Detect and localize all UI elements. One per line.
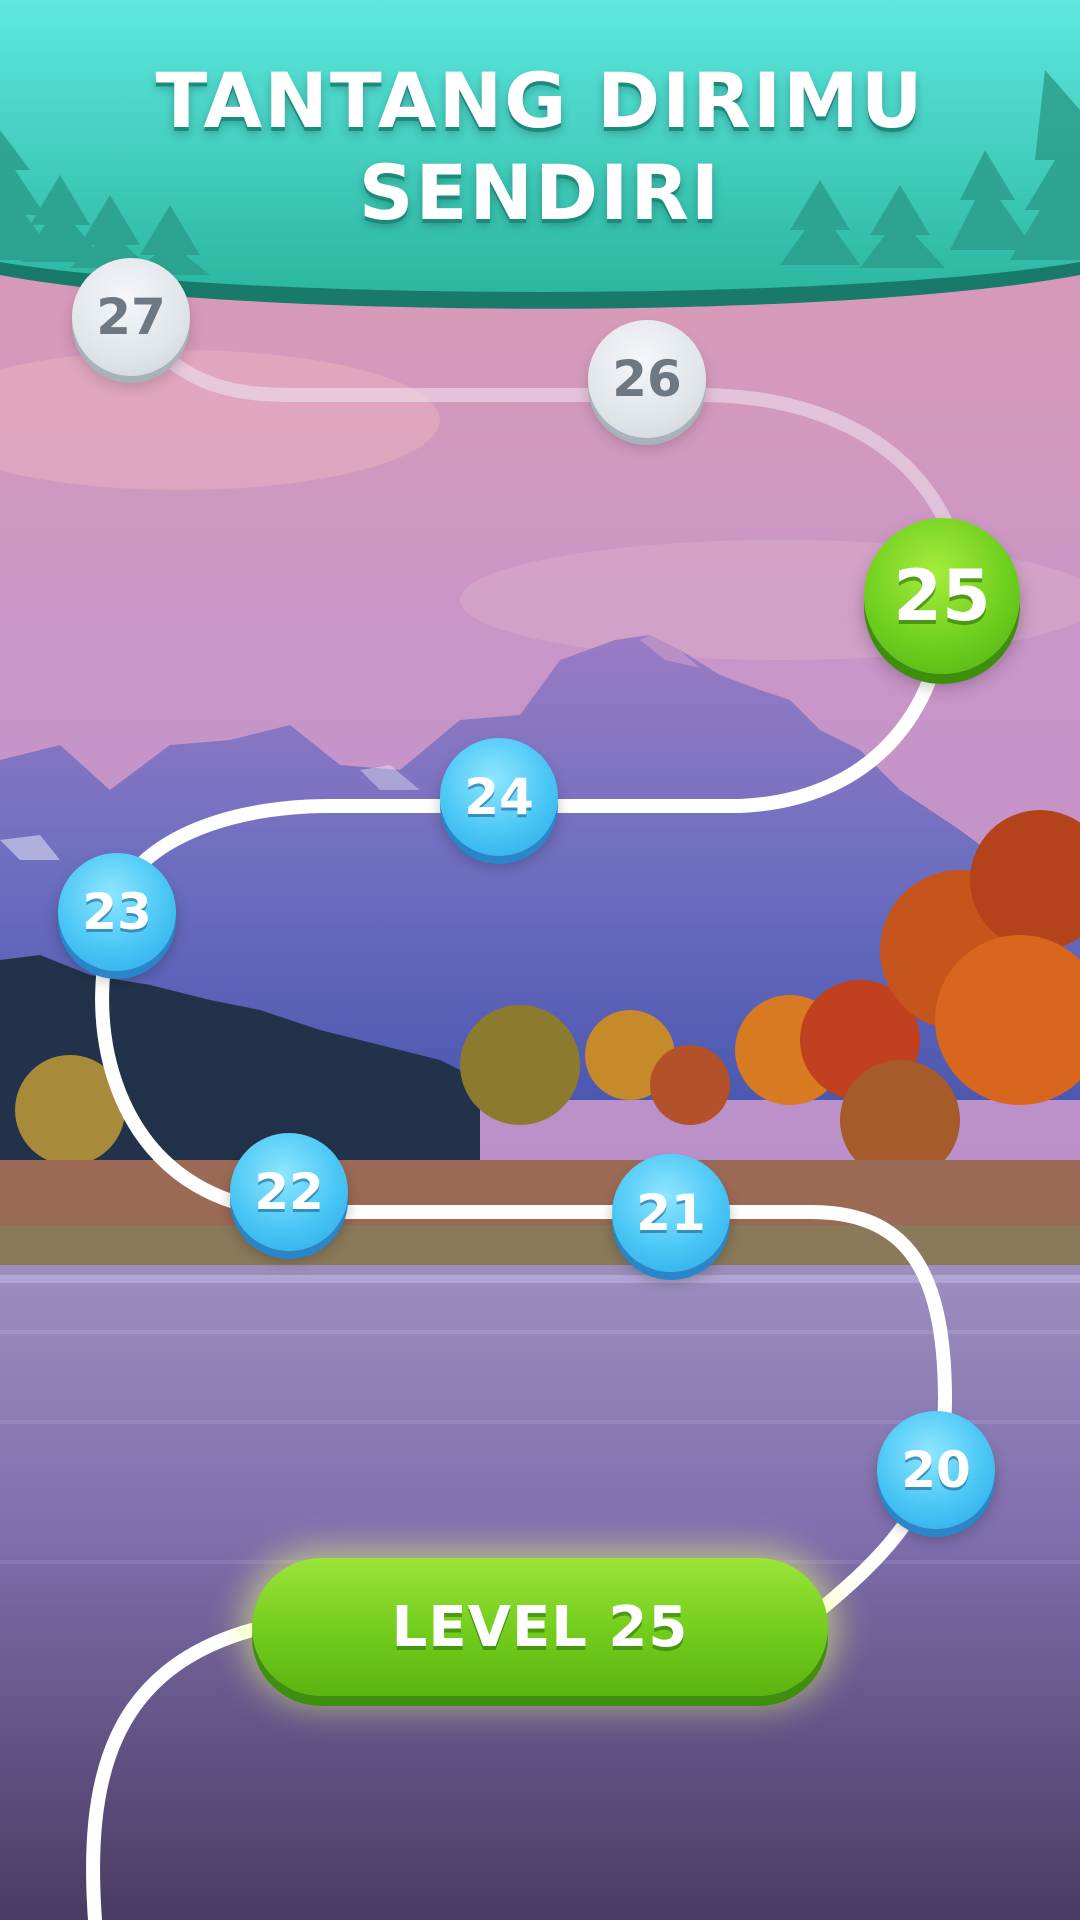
header-title: TANTANG DIRIMU SENDIRI	[0, 55, 1080, 239]
level-node-20[interactable]: 20	[877, 1411, 995, 1529]
level-node-21[interactable]: 21	[612, 1154, 730, 1272]
play-level-button[interactable]: LEVEL 25	[252, 1558, 828, 1696]
header-title-line1: TANTANG DIRIMU	[155, 56, 925, 145]
level-node-23[interactable]: 23	[58, 853, 176, 971]
level-node-27[interactable]: 27	[72, 258, 190, 376]
level-node-22[interactable]: 22	[230, 1133, 348, 1251]
level-node-24[interactable]: 24	[440, 738, 558, 856]
header-title-line2: SENDIRI	[358, 148, 722, 237]
level-node-26[interactable]: 26	[588, 320, 706, 438]
level-node-25-current[interactable]: 25	[864, 518, 1020, 674]
